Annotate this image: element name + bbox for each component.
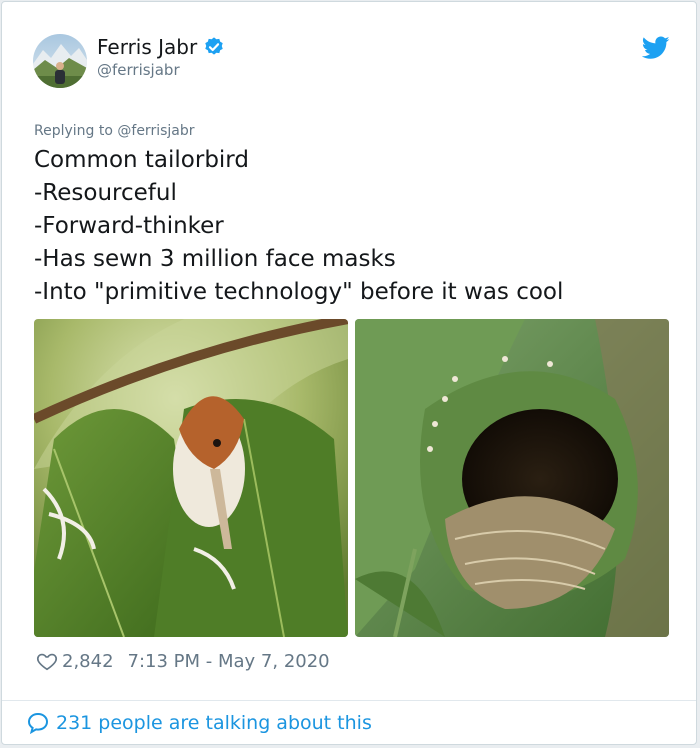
twitter-bird-icon[interactable] xyxy=(642,36,670,60)
reply-context: Replying to @ferrisjabr xyxy=(34,123,195,139)
reply-prefix: Replying to xyxy=(34,123,118,139)
tweet-line: Common tailorbird xyxy=(34,147,249,173)
tweet-text: Common tailorbird -Resourceful -Forward-… xyxy=(34,144,563,309)
like-count[interactable]: 2,842 xyxy=(62,651,114,672)
reply-handle-link[interactable]: @ferrisjabr xyxy=(117,123,194,139)
photo-tailorbird[interactable] xyxy=(34,319,348,637)
tweet-line: -Resourceful xyxy=(34,180,177,206)
tweet-meta: 2,842 7:13 PM - May 7, 2020 xyxy=(36,650,330,672)
tweet-line: -Into "primitive technology" before it w… xyxy=(34,279,564,305)
tweet-card: Ferris Jabr @ferrisjabr Replying to @fer… xyxy=(1,1,697,745)
author-handle[interactable]: @ferrisjabr xyxy=(97,61,180,79)
tweet-line: -Has sewn 3 million face masks xyxy=(34,246,396,272)
chat-bubble-icon xyxy=(27,712,49,735)
author-name[interactable]: Ferris Jabr xyxy=(97,35,225,59)
divider xyxy=(2,700,696,701)
conversation-link[interactable]: 231 people are talking about this xyxy=(26,711,372,735)
conversation-text[interactable]: 231 people are talking about this xyxy=(56,712,372,734)
author-name-text[interactable]: Ferris Jabr xyxy=(97,35,197,59)
heart-icon[interactable] xyxy=(36,650,58,672)
avatar[interactable] xyxy=(33,34,87,88)
photo-leaf-nest[interactable] xyxy=(355,319,669,637)
verified-badge-icon xyxy=(205,37,223,55)
tweet-timestamp[interactable]: 7:13 PM - May 7, 2020 xyxy=(128,651,330,672)
tweet-line: -Forward-thinker xyxy=(34,213,224,239)
